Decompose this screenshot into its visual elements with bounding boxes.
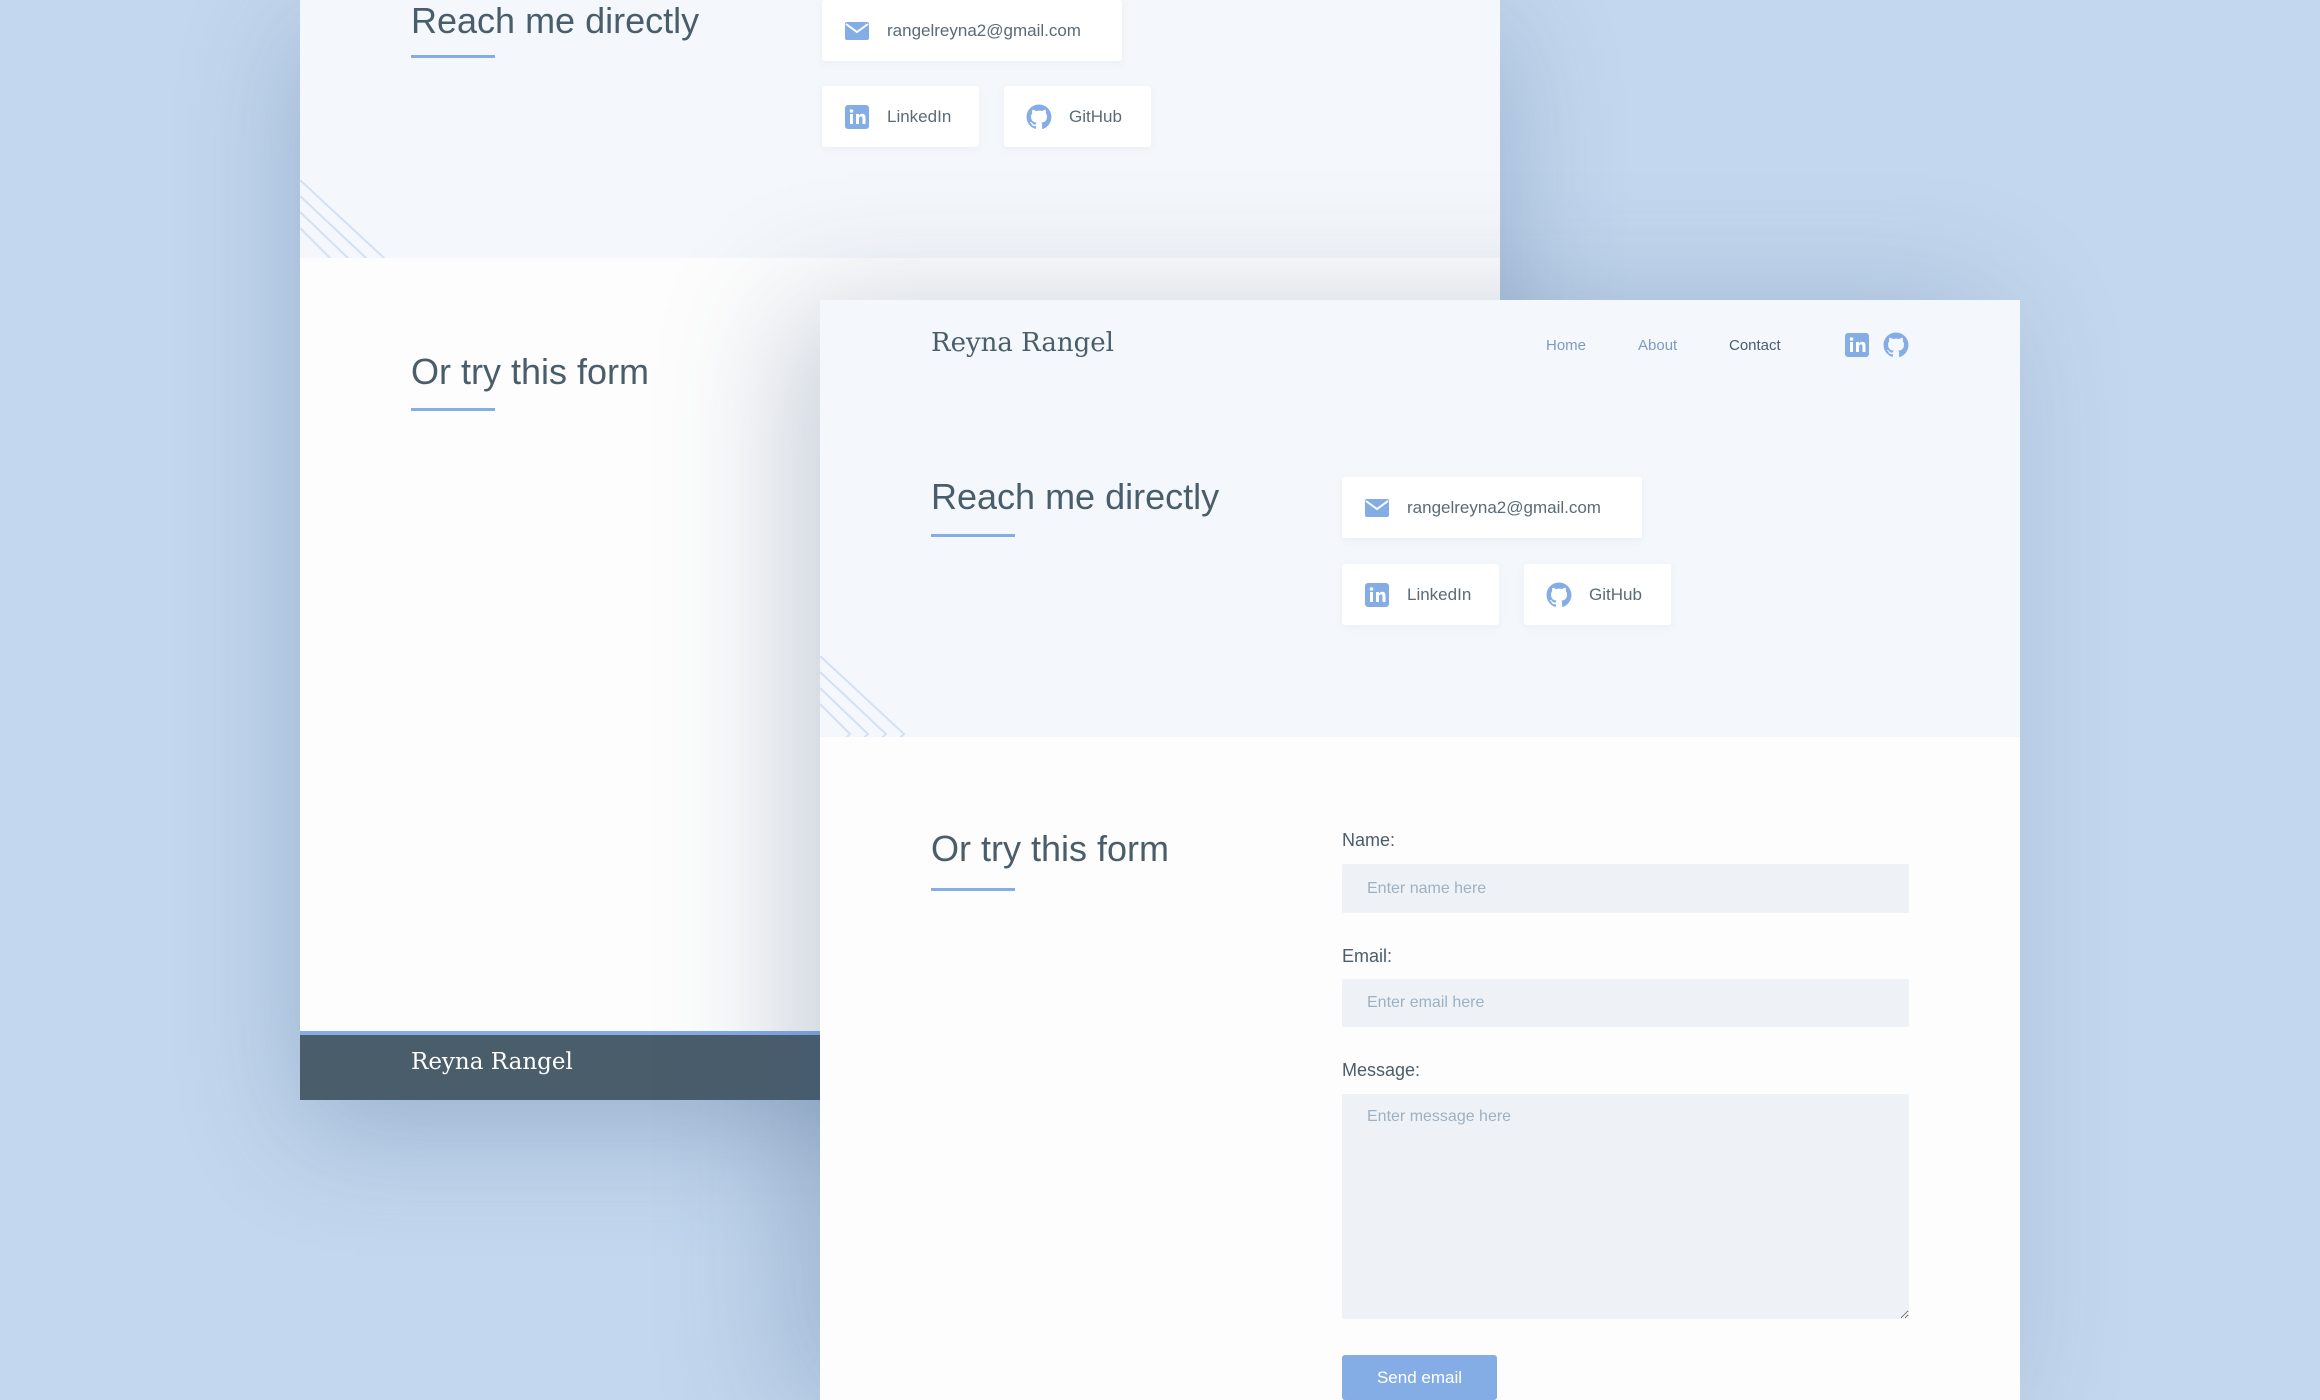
site-brand[interactable]: Reyna Rangel xyxy=(931,328,1114,358)
email-chip-label: rangelreyna2@gmail.com xyxy=(887,20,1081,40)
linkedin-chip-label: LinkedIn xyxy=(1407,584,1472,604)
footer-brand: Reyna Rangel xyxy=(411,1049,573,1075)
nav-link-contact[interactable]: Contact xyxy=(1729,337,1781,354)
nav-link-about[interactable]: About xyxy=(1638,337,1677,354)
github-icon xyxy=(1026,104,1052,130)
github-chip[interactable]: GitHub xyxy=(1524,564,1671,625)
email-input[interactable] xyxy=(1342,979,1909,1027)
linkedin-icon[interactable] xyxy=(1844,332,1870,358)
title-underline xyxy=(931,888,1015,891)
email-label: Email: xyxy=(1342,946,1393,966)
github-chip[interactable]: GitHub xyxy=(1004,86,1151,147)
name-input[interactable] xyxy=(1342,864,1909,913)
name-label: Name: xyxy=(1342,830,1396,850)
reach-section-title: Reach me directly xyxy=(931,476,1220,517)
reach-section: Reach me directly rangelreyna2@gmail.com… xyxy=(300,0,1500,258)
title-underline xyxy=(411,408,495,411)
message-textarea[interactable] xyxy=(1342,1094,1909,1319)
reach-section: Reyna Rangel Home About Contact Reach me… xyxy=(820,300,2020,737)
form-section-title: Or try this form xyxy=(931,828,1170,869)
title-underline xyxy=(931,534,1015,537)
envelope-icon xyxy=(844,18,870,44)
title-underline xyxy=(411,55,495,58)
envelope-icon xyxy=(1364,495,1390,521)
message-label: Message: xyxy=(1342,1060,1421,1080)
linkedin-chip[interactable]: LinkedIn xyxy=(822,86,979,147)
github-chip-label: GitHub xyxy=(1589,584,1642,604)
email-chip[interactable]: rangelreyna2@gmail.com xyxy=(822,0,1122,61)
linkedin-icon xyxy=(844,104,870,130)
github-icon[interactable] xyxy=(1883,332,1909,358)
reach-section-title: Reach me directly xyxy=(411,0,700,41)
send-email-button[interactable]: Send email xyxy=(1342,1355,1497,1400)
form-section-title: Or try this form xyxy=(411,351,650,392)
linkedin-chip[interactable]: LinkedIn xyxy=(1342,564,1499,625)
github-icon xyxy=(1546,582,1572,608)
github-chip-label: GitHub xyxy=(1069,106,1122,126)
email-chip-label: rangelreyna2@gmail.com xyxy=(1407,497,1601,517)
email-chip[interactable]: rangelreyna2@gmail.com xyxy=(1342,477,1642,538)
nav-link-home[interactable]: Home xyxy=(1546,337,1586,354)
linkedin-chip-label: LinkedIn xyxy=(887,106,952,126)
linkedin-icon xyxy=(1364,582,1390,608)
contact-page-window: Reyna Rangel Home About Contact Reach me… xyxy=(820,300,2020,1400)
